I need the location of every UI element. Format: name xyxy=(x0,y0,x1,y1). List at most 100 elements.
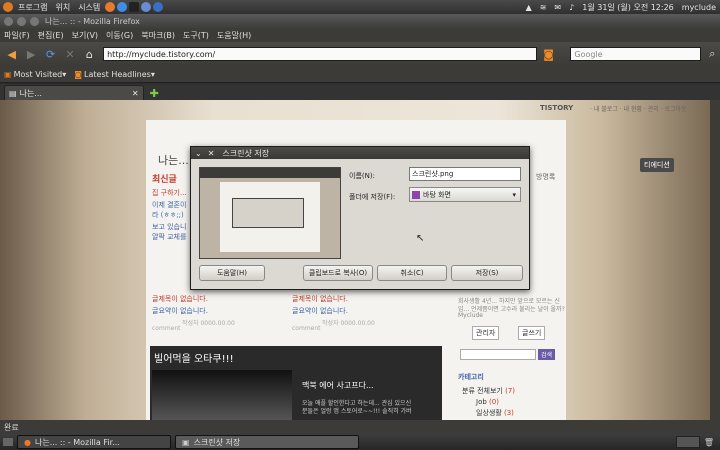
taskbar-firefox[interactable]: ● 나는... :: - Mozilla Fir... xyxy=(17,435,171,449)
search-icon[interactable]: ⌕ xyxy=(705,46,720,62)
category-item[interactable]: Job (0) xyxy=(476,398,499,406)
folder-value: 바탕 화면 xyxy=(423,190,451,199)
no-summary-2: 글요약이 없습니다. xyxy=(292,307,348,315)
tab-blog[interactable]: ▤ 나는... ✕ xyxy=(4,85,144,100)
name-label: 이름(N): xyxy=(349,172,375,180)
menu-tools[interactable]: 도구(T) xyxy=(183,30,209,41)
recent-post-item[interactable]: 라 (ㅎㅎ;;) xyxy=(152,210,184,220)
no-title-1[interactable]: 글제목이 없습니다. xyxy=(152,294,208,304)
save-button[interactable]: 저장(S) xyxy=(451,265,523,281)
screenshot-preview xyxy=(199,167,341,259)
bookmark-most-visited[interactable]: ▣ Most Visited▾ xyxy=(4,70,66,79)
navigation-toolbar: ◀ ▶ ⟳ ✕ ⌂ http://myclude.tistory.com/ ◙ … xyxy=(0,42,720,66)
menu-applications[interactable]: 프로그램 xyxy=(18,2,47,13)
folder-icon xyxy=(412,190,420,199)
help-launcher-icon[interactable] xyxy=(153,2,164,12)
window-titlebar[interactable]: 나는... :: - Mozilla Firefox xyxy=(0,14,720,28)
search-input[interactable]: Google xyxy=(570,47,701,61)
dialog-close-icon[interactable]: ✕ xyxy=(208,149,215,158)
help-button[interactable]: 도움말(H) xyxy=(199,265,265,281)
trash-icon[interactable]: 🗑 xyxy=(704,438,714,447)
recent-post-item[interactable]: 얄팍 교체를 xyxy=(152,232,186,242)
url-text: http://myclude.tistory.com/ xyxy=(107,49,216,59)
featured-post-body-2: 분들은 얼렁 앱 스토어로~~!!! 솔직히 가버 xyxy=(302,408,412,415)
terminal-launcher-icon[interactable] xyxy=(129,2,140,12)
mail-launcher-icon[interactable] xyxy=(141,2,152,12)
featured-post-title[interactable]: 빌어먹을 오타쿠!!! xyxy=(154,350,234,365)
new-tab-icon[interactable]: ✚ xyxy=(150,87,159,100)
category-title: 카테고리 xyxy=(458,373,484,381)
workspace-switcher-icon[interactable] xyxy=(675,436,700,448)
category-item[interactable]: 분류 전체보기 (7) xyxy=(462,386,515,396)
url-bar[interactable]: http://myclude.tistory.com/ xyxy=(103,47,537,61)
close-window-icon[interactable] xyxy=(4,16,13,26)
rss-bookmark-icon: ◙ xyxy=(74,69,83,79)
back-icon[interactable]: ◀ xyxy=(4,46,19,62)
volume-icon[interactable]: ♪ xyxy=(569,3,574,12)
copy-clipboard-button[interactable]: 클립보드로 복사(O) xyxy=(303,265,373,281)
firefox-launcher-icon[interactable] xyxy=(105,2,116,12)
home-icon[interactable]: ⌂ xyxy=(82,46,97,62)
macbook-image xyxy=(152,370,292,420)
show-desktop-icon[interactable] xyxy=(3,438,13,446)
category-item[interactable]: 일상생활 (3) xyxy=(476,408,514,418)
mail-indicator-icon[interactable]: ✉ xyxy=(554,3,561,12)
recent-post-item[interactable]: 보고 있습니 xyxy=(152,222,186,232)
folder-select[interactable]: 바탕 화면 ▾ xyxy=(409,187,521,202)
blog-search-button[interactable]: 검색 xyxy=(538,349,556,360)
recent-post-item[interactable]: 집 구하기... xyxy=(152,188,187,198)
comment-label-1[interactable]: comment xyxy=(152,325,181,332)
reload-icon[interactable]: ⟳ xyxy=(43,46,58,62)
bookmark-latest-headlines[interactable]: ◙ Latest Headlines▾ xyxy=(74,70,155,79)
featured-post-subtitle[interactable]: 맥북 에어 사고프다... xyxy=(302,380,374,391)
menu-system[interactable]: 시스템 xyxy=(78,2,100,13)
tieditor-badge[interactable]: 티에디션 xyxy=(640,158,674,172)
menu-edit[interactable]: 편집(E) xyxy=(38,30,64,41)
write-button[interactable]: 글쓰기 xyxy=(518,326,546,340)
ubuntu-logo-icon[interactable] xyxy=(3,2,13,12)
maximize-window-icon[interactable] xyxy=(30,16,39,26)
menubar: 파일(F) 편집(E) 보기(V) 이동(G) 북마크(B) 도구(T) 도움말… xyxy=(0,28,720,42)
taskbar-screenshot[interactable]: ▣ 스크린샷 저장 xyxy=(175,435,359,449)
menu-view[interactable]: 보기(V) xyxy=(72,30,98,41)
chrome-launcher-icon[interactable] xyxy=(117,2,128,12)
menu-help[interactable]: 도움말(H) xyxy=(217,30,251,41)
admin-button[interactable]: 관리자 xyxy=(472,326,500,340)
status-text: 완료 xyxy=(4,422,19,432)
menu-bookmarks[interactable]: 북마크(B) xyxy=(141,30,175,41)
filename-value: 스크린샷.png xyxy=(412,170,454,178)
post-meta-2: 작성자 0000.00.00 xyxy=(322,320,375,327)
user-indicator[interactable]: myclude xyxy=(682,3,716,12)
clock[interactable]: 1월 31일 (월) 오전 12:26 xyxy=(582,2,674,13)
tistory-top-links[interactable]: · 내 블로그 · 내 현황 · 관리 · 로그아웃 xyxy=(590,104,687,113)
close-tab-icon[interactable]: ✕ xyxy=(132,89,139,98)
cancel-button[interactable]: 취소(C) xyxy=(377,265,447,281)
tab-bar: ▤ 나는... ✕ ✚ xyxy=(0,84,720,100)
bookmarks-toolbar: ▣ Most Visited▾ ◙ Latest Headlines▾ xyxy=(0,66,720,83)
menu-places[interactable]: 위치 xyxy=(55,2,70,13)
rss-icon[interactable]: ◙ xyxy=(541,46,556,62)
comment-label-2[interactable]: comment xyxy=(292,325,321,332)
wifi-icon[interactable]: ≋ xyxy=(540,3,547,12)
dialog-title: 스크린샷 저장 xyxy=(222,148,270,158)
stop-icon[interactable]: ✕ xyxy=(62,46,77,62)
tistory-brand[interactable]: TISTORY xyxy=(540,104,573,112)
recent-posts-title: 최신글 xyxy=(152,175,177,185)
vertical-scrollbar[interactable] xyxy=(710,100,720,420)
filename-input[interactable]: 스크린샷.png xyxy=(409,167,521,181)
recent-post-item[interactable]: 이제 결혼이 xyxy=(152,200,186,210)
bookmark-folder-icon: ▣ xyxy=(4,69,12,79)
blog-search-input[interactable] xyxy=(460,349,536,360)
menu-file[interactable]: 파일(F) xyxy=(4,30,30,41)
featured-post[interactable]: 빌어먹을 오타쿠!!! 맥북 에어 사고프다... 오늘 애플 할인한다고 하는… xyxy=(150,346,442,420)
dialog-menu-icon[interactable]: ⌄ xyxy=(195,149,202,158)
network-icon[interactable]: ▲ xyxy=(526,3,532,12)
dialog-titlebar[interactable]: ⌄ ✕ 스크린샷 저장 xyxy=(191,147,529,159)
nav-guestbook[interactable]: 방명록 xyxy=(536,172,555,182)
blog-title[interactable]: 나는... xyxy=(158,152,189,168)
screenshot-task-icon: ▣ xyxy=(182,437,190,447)
forward-icon[interactable]: ▶ xyxy=(23,46,38,62)
minimize-window-icon[interactable] xyxy=(17,16,26,26)
menu-go[interactable]: 이동(G) xyxy=(106,30,133,41)
no-title-2[interactable]: 글제목이 없습니다. xyxy=(292,294,348,304)
